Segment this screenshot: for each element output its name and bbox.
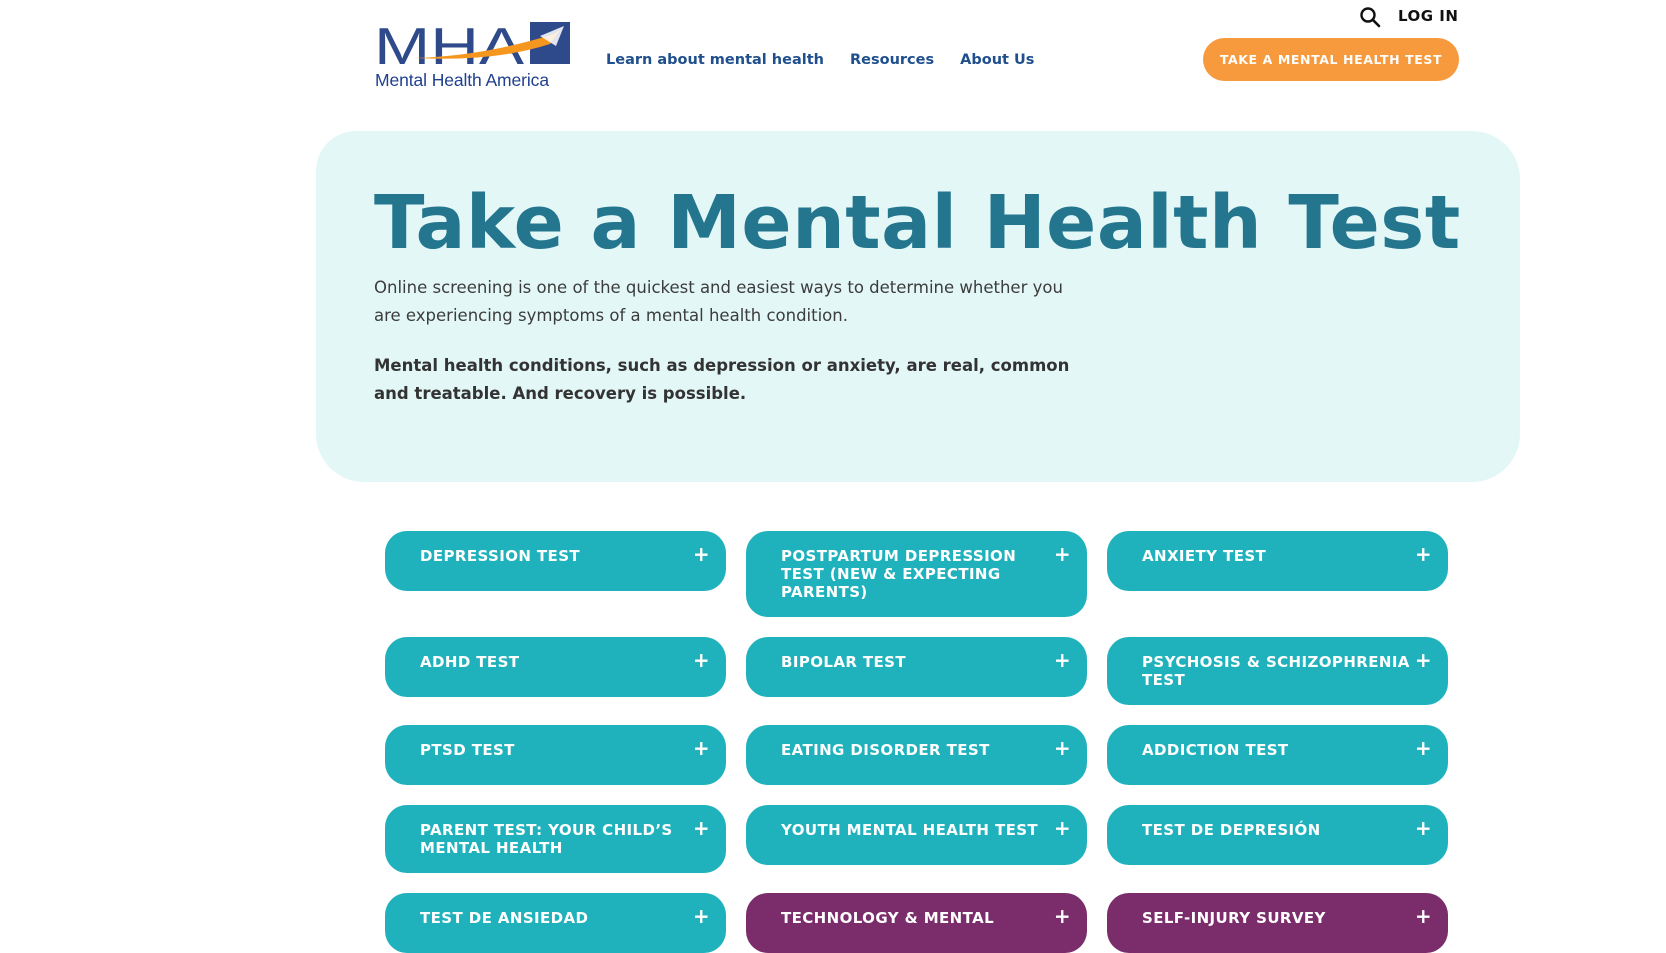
plus-icon: + [1053, 542, 1071, 566]
mha-logo[interactable]: MHA Mental Health America [374, 22, 574, 92]
hero-bold-statement: Mental health conditions, such as depres… [374, 356, 1070, 403]
test-card[interactable]: PSYCHOSIS & SCHIZOPHRENIA TEST + [1107, 637, 1448, 705]
test-card-label: ADDICTION TEST [1142, 741, 1289, 759]
plus-icon: + [1414, 542, 1432, 566]
test-card-label: TEST DE ANSIEDAD [420, 909, 589, 927]
plus-icon: + [1414, 648, 1432, 672]
test-card-label: SELF-INJURY SURVEY [1142, 909, 1326, 927]
test-card[interactable]: POSTPARTUM DEPRESSION TEST (NEW & EXPECT… [746, 531, 1087, 617]
test-card-label: YOUTH MENTAL HEALTH TEST [781, 821, 1039, 839]
hero-intro: Online screening is one of the quickest … [374, 278, 1063, 325]
take-test-button[interactable]: TAKE A MENTAL HEALTH TEST [1203, 38, 1459, 81]
plus-icon: + [1053, 904, 1071, 928]
plus-icon: + [692, 736, 710, 760]
plus-icon: + [1414, 736, 1432, 760]
nav-about-us[interactable]: About Us [960, 52, 1034, 68]
test-card-label: ADHD TEST [420, 653, 520, 671]
plus-icon: + [1414, 816, 1432, 840]
logo-text: Mental Health America [375, 70, 549, 90]
mha-logo-mark: MHA [374, 22, 570, 66]
test-grid: DEPRESSION TEST + POSTPARTUM DEPRESSION TE… [385, 531, 1449, 953]
plus-icon: + [692, 904, 710, 928]
plus-icon: + [1414, 904, 1432, 928]
test-card[interactable]: BIPOLAR TEST + [746, 637, 1087, 697]
test-card-label: DEPRESSION TEST [420, 547, 581, 565]
test-card[interactable]: ANXIETY TEST + [1107, 531, 1448, 591]
test-card[interactable]: TEST DE ANSIEDAD + [385, 893, 726, 953]
test-card-label: PTSD TEST [420, 741, 515, 759]
test-card[interactable]: EATING DISORDER TEST + [746, 725, 1087, 785]
nav-learn[interactable]: Learn about mental health [606, 52, 824, 68]
test-card[interactable]: DEPRESSION TEST + [385, 531, 726, 591]
test-card-label: BIPOLAR TEST [781, 653, 907, 671]
test-card[interactable]: ADDICTION TEST + [1107, 725, 1448, 785]
plus-icon: + [1053, 648, 1071, 672]
test-card-label: EATING DISORDER TEST [781, 741, 990, 759]
test-card[interactable]: PARENT TEST: YOUR CHILD’S MENTAL HEALTH + [385, 805, 726, 873]
nav-resources[interactable]: Resources [850, 52, 934, 68]
test-card-label: PARENT TEST: YOUR CHILD’S MENTAL HEALTH [420, 821, 673, 857]
login-link[interactable]: LOG IN [1398, 7, 1458, 25]
test-card[interactable]: PTSD TEST + [385, 725, 726, 785]
test-card[interactable]: ADHD TEST + [385, 637, 726, 697]
test-card-label: ANXIETY TEST [1142, 547, 1267, 565]
test-card[interactable]: YOUTH MENTAL HEALTH TEST + [746, 805, 1087, 865]
test-card[interactable]: TECHNOLOGY & MENTAL + [746, 893, 1087, 953]
plus-icon: + [692, 542, 710, 566]
test-card-label: POSTPARTUM DEPRESSION TEST (NEW & EXPECT… [781, 547, 1017, 601]
test-card-label: PSYCHOSIS & SCHIZOPHRENIA TEST [1142, 653, 1410, 689]
search-icon[interactable] [1359, 6, 1381, 28]
svg-text:MHA: MHA [374, 22, 524, 66]
main-nav: Learn about mental health Resources Abou… [606, 52, 1034, 68]
test-card[interactable]: SELF-INJURY SURVEY + [1107, 893, 1448, 953]
page-title: Take a Mental Health Test [374, 180, 1461, 266]
test-card[interactable]: TEST DE DEPRESIÓN + [1107, 805, 1448, 865]
test-card-label: TEST DE DEPRESIÓN [1142, 821, 1321, 839]
plus-icon: + [692, 648, 710, 672]
plus-icon: + [1053, 816, 1071, 840]
plus-icon: + [692, 816, 710, 840]
test-card-label: TECHNOLOGY & MENTAL [781, 909, 995, 927]
plus-icon: + [1053, 736, 1071, 760]
